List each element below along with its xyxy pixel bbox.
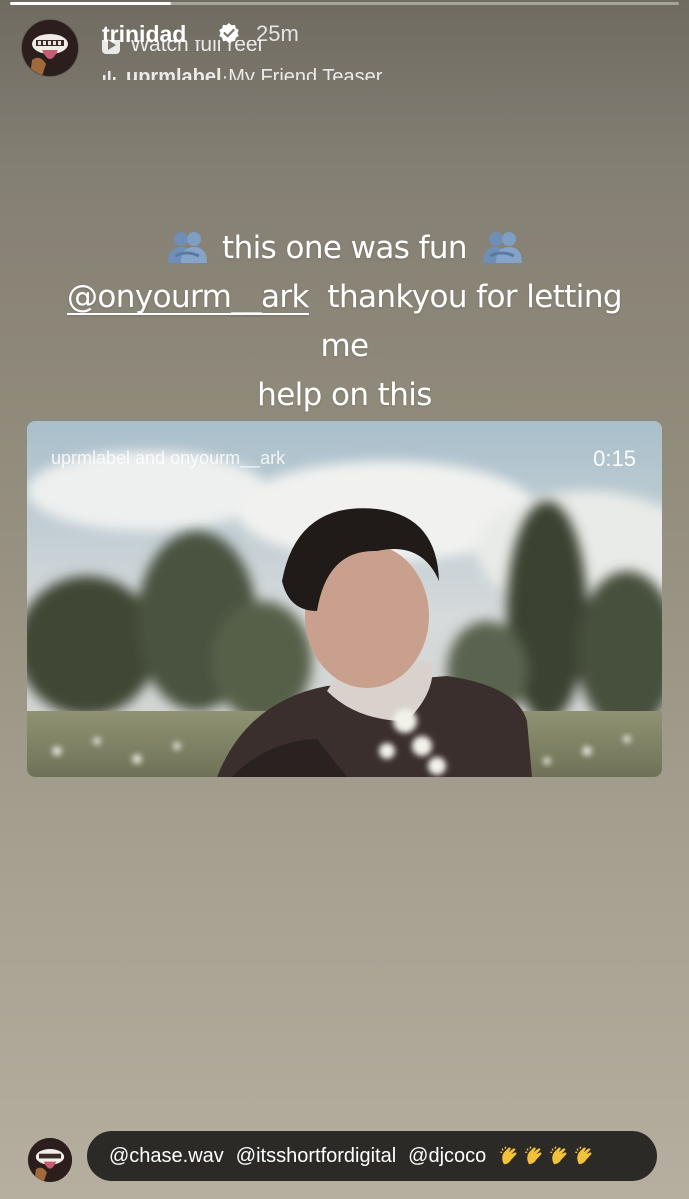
avatar-image (22, 20, 78, 76)
shared-reel-card[interactable]: uprmlabel and onyourm__ark 0:15 (27, 421, 662, 777)
profile-avatar[interactable] (22, 20, 78, 76)
mention-handle[interactable]: @chase.wav (109, 1145, 224, 1168)
music-account: uprmlabel (126, 66, 222, 80)
reel-thumbnail (27, 421, 662, 777)
story-timestamp: 25m (256, 21, 299, 46)
music-bars-icon (103, 71, 116, 80)
story-caption: this one was fun @onyourm__ark thankyou … (40, 224, 649, 420)
hugging-people-emoji-left (167, 232, 207, 263)
story-progress-bar (10, 2, 679, 5)
watch-full-reel-label: Watch full reel (130, 40, 263, 56)
reel-credit: uprmlabel and onyourm__ark (51, 448, 286, 468)
caption-line-1-text: this one was fun (222, 230, 468, 266)
caption-line-2-text: thankyou for letting me (320, 279, 622, 364)
caption-mention[interactable]: @onyourm__ark (67, 279, 309, 315)
mentions-avatar[interactable] (28, 1138, 72, 1182)
mention-handle[interactable]: @djcoco (408, 1145, 486, 1168)
mentions-avatar-image (28, 1138, 72, 1182)
story-progress-fill (10, 2, 171, 5)
clapping-hands-emoji (575, 1146, 592, 1165)
reel-duration: 0:15 (593, 446, 636, 471)
music-separator: · (221, 66, 229, 80)
music-attribution[interactable]: uprmlabel · My Friend Teaser (102, 66, 382, 80)
mention-handle[interactable]: @itsshortfordigital (236, 1145, 396, 1168)
play-icon (102, 40, 120, 54)
clapping-hands-emoji (500, 1146, 517, 1165)
caption-line-3: help on this (257, 377, 432, 413)
mentions-sticker[interactable]: @chase.wav @itsshortfordigital @djcoco (87, 1131, 657, 1181)
caption-line-2: @onyourm__ark thankyou for letting me (40, 273, 649, 371)
clapping-hands-emoji-group (498, 1145, 598, 1168)
clapping-hands-emoji (550, 1146, 567, 1165)
hugging-people-emoji-right (483, 232, 523, 263)
clapping-hands-emoji (525, 1146, 542, 1165)
caption-line-1: this one was fun (40, 224, 649, 273)
watch-full-reel-link[interactable]: Watch full reel (102, 40, 262, 56)
music-track: My Friend Teaser (228, 66, 383, 80)
